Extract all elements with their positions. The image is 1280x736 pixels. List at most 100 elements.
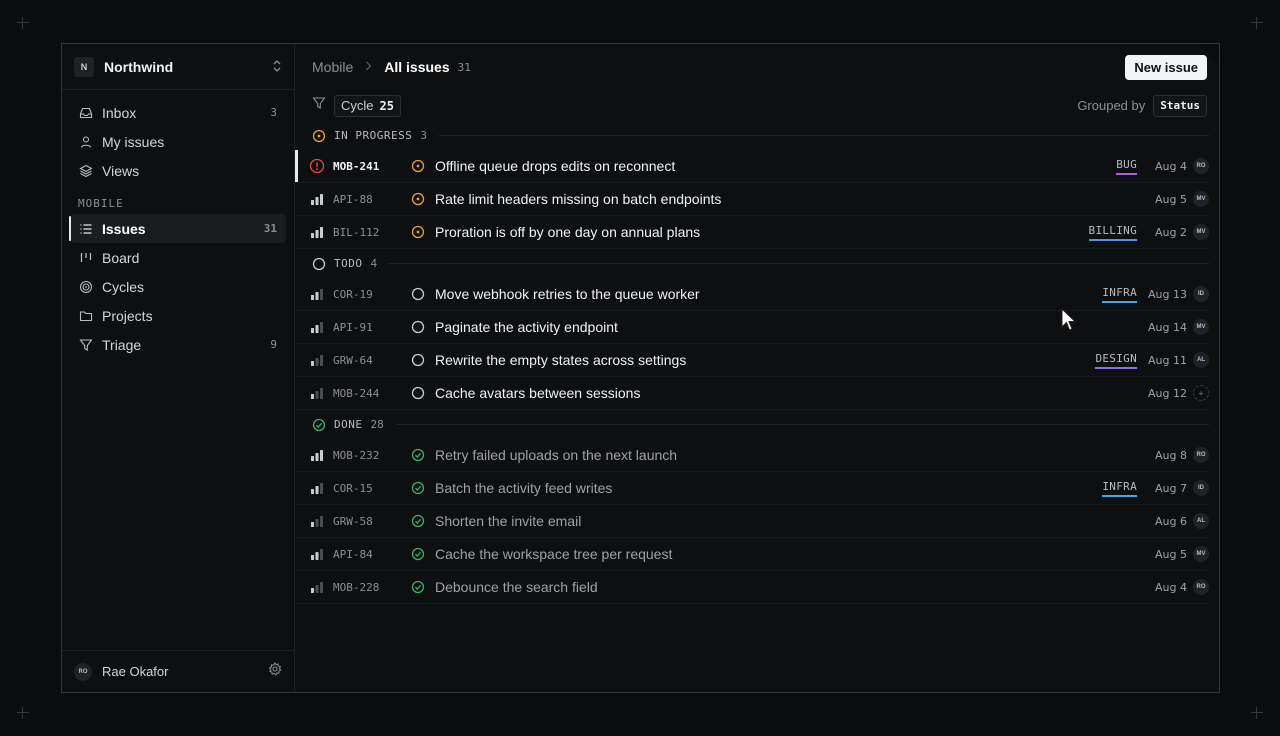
group-count: 28 (370, 418, 384, 431)
status-todo-icon[interactable] (411, 353, 425, 367)
new-issue-button[interactable]: New issue (1125, 54, 1207, 80)
priority-urgent-icon[interactable] (309, 158, 325, 174)
issue-title: Debounce the search field (435, 579, 598, 595)
status-done-icon[interactable] (411, 448, 425, 462)
issue-title: Batch the activity feed writes (435, 480, 613, 496)
status-done-icon[interactable] (411, 514, 425, 528)
issue-id: MOB-241 (333, 159, 380, 173)
due-date: Aug 5 (1155, 192, 1187, 206)
assignee-avatar[interactable]: AL (1193, 513, 1209, 529)
sidebar-item-issues[interactable]: Issues 31 (69, 214, 286, 243)
inbox-icon (79, 106, 93, 120)
assignee-avatar[interactable]: RO (1193, 447, 1209, 463)
status-todo-icon[interactable] (411, 320, 425, 334)
priority-low-icon[interactable] (309, 352, 325, 368)
issue-label-badge[interactable]: INFRA (1102, 286, 1137, 303)
main-panel: Mobile All issues 31 New issue Cycle 25 … (295, 44, 1219, 692)
app-window: N Northwind Inbox 3 My issues Views MOBI… (61, 43, 1220, 693)
table-row[interactable]: MOB-244 Cache avatars between sessions Aug… (295, 377, 1209, 410)
grouping-select[interactable]: Status (1153, 94, 1207, 117)
assignee-avatar[interactable]: RO (1193, 158, 1209, 174)
status-done-icon[interactable] (411, 580, 425, 594)
assignee-avatar[interactable]: RO (1193, 579, 1209, 595)
issue-title: Proration is off by one day on annual pl… (435, 224, 701, 240)
priority-high-icon[interactable] (309, 224, 325, 240)
current-user[interactable]: RO Rae Okafor (62, 650, 294, 692)
due-date: Aug 12 (1148, 386, 1187, 400)
status-in-progress-icon[interactable] (411, 159, 425, 173)
issue-label-badge[interactable]: DESIGN (1095, 352, 1137, 369)
table-row[interactable]: API-84 Cache the workspace tree per reque… (295, 538, 1209, 571)
assignee-avatar[interactable]: ID (1193, 480, 1209, 496)
topbar: Mobile All issues 31 New issue (295, 44, 1219, 90)
sidebar-item-inbox[interactable]: Inbox 3 (70, 98, 286, 127)
status-todo-icon[interactable] (411, 386, 425, 400)
user-name: Rae Okafor (102, 664, 169, 679)
priority-low-icon[interactable] (309, 385, 325, 401)
group-divider (395, 424, 1209, 425)
issue-id: GRW-58 (333, 514, 373, 528)
sidebar-item-cycles[interactable]: Cycles (70, 272, 286, 301)
table-row[interactable]: GRW-64 Rewrite the empty states across se… (295, 344, 1209, 377)
group-divider (389, 263, 1209, 264)
priority-medium-icon[interactable] (309, 546, 325, 562)
issue-id: API-91 (333, 320, 373, 334)
sidebar: N Northwind Inbox 3 My issues Views MOBI… (62, 44, 295, 692)
gear-icon[interactable] (268, 662, 282, 681)
assignee-avatar[interactable]: MV (1193, 319, 1209, 335)
assignee-avatar[interactable]: ID (1193, 286, 1209, 302)
priority-medium-icon[interactable] (309, 480, 325, 496)
issue-id: API-84 (333, 547, 373, 561)
group-header-in-progress[interactable]: IN PROGRESS 3 (295, 121, 1209, 150)
issue-label-badge[interactable]: BILLING (1088, 224, 1137, 241)
status-in-progress-icon[interactable] (411, 192, 425, 206)
assignee-avatar[interactable]: MV (1193, 546, 1209, 562)
issue-id: MOB-244 (333, 386, 380, 400)
sidebar-item-my-issues[interactable]: My issues (70, 127, 286, 156)
table-row[interactable]: GRW-58 Shorten the invite email Aug 6 AL (295, 505, 1209, 538)
due-date: Aug 4 (1155, 580, 1187, 594)
sidebar-item-label: Issues (102, 220, 146, 237)
priority-medium-icon[interactable] (309, 286, 325, 302)
table-row[interactable]: MOB-228 Debounce the search field Aug 4 RO (295, 571, 1209, 604)
sidebar-item-views[interactable]: Views (70, 156, 286, 185)
priority-medium-icon[interactable] (309, 319, 325, 335)
issue-id: MOB-232 (333, 448, 380, 462)
workspace-switcher[interactable]: N Northwind (62, 44, 294, 90)
table-row[interactable]: API-88 Rate limit headers missing on batc… (295, 183, 1209, 216)
status-done-icon[interactable] (411, 547, 425, 561)
group-name: IN PROGRESS (334, 129, 413, 142)
layers-icon (79, 164, 93, 178)
table-row[interactable]: MOB-241 Offline queue drops edits on reco… (295, 150, 1209, 183)
issue-label-badge[interactable]: INFRA (1102, 480, 1137, 497)
sidebar-item-label: Triage (102, 336, 142, 353)
filter-icon[interactable] (312, 96, 326, 115)
cycle-filter-chip[interactable]: Cycle 25 (334, 94, 401, 117)
group-header-done[interactable]: DONE 28 (295, 410, 1209, 439)
table-row[interactable]: MOB-232 Retry failed uploads on the next … (295, 439, 1209, 472)
assignee-avatar[interactable]: + (1193, 385, 1209, 401)
issue-label-badge[interactable]: BUG (1116, 158, 1137, 175)
table-row[interactable]: COR-15 Batch the activity feed writes INFR… (295, 472, 1209, 505)
status-done-icon (312, 418, 326, 432)
assignee-avatar[interactable]: MV (1193, 224, 1209, 240)
priority-high-icon[interactable] (309, 191, 325, 207)
sidebar-item-projects[interactable]: Projects (70, 301, 286, 330)
sidebar-item-board[interactable]: Board (70, 243, 286, 272)
sidebar-item-triage[interactable]: Triage 9 (70, 330, 286, 359)
priority-low-icon[interactable] (309, 579, 325, 595)
table-row[interactable]: BIL-112 Proration is off by one day on an… (295, 216, 1209, 249)
assignee-avatar[interactable]: MV (1193, 191, 1209, 207)
status-in-progress-icon[interactable] (411, 225, 425, 239)
breadcrumb-parent[interactable]: Mobile (312, 59, 353, 75)
grouping-control: Grouped by Status (1077, 94, 1207, 117)
priority-low-icon[interactable] (309, 513, 325, 529)
mouse-cursor-icon (1061, 307, 1077, 337)
group-header-todo[interactable]: TODO 4 (295, 249, 1209, 278)
priority-high-icon[interactable] (309, 447, 325, 463)
table-row[interactable]: COR-19 Move webhook retries to the queue … (295, 278, 1209, 311)
assignee-avatar[interactable]: AL (1193, 352, 1209, 368)
status-todo-icon[interactable] (411, 287, 425, 301)
status-done-icon[interactable] (411, 481, 425, 495)
due-date: Aug 6 (1155, 514, 1187, 528)
